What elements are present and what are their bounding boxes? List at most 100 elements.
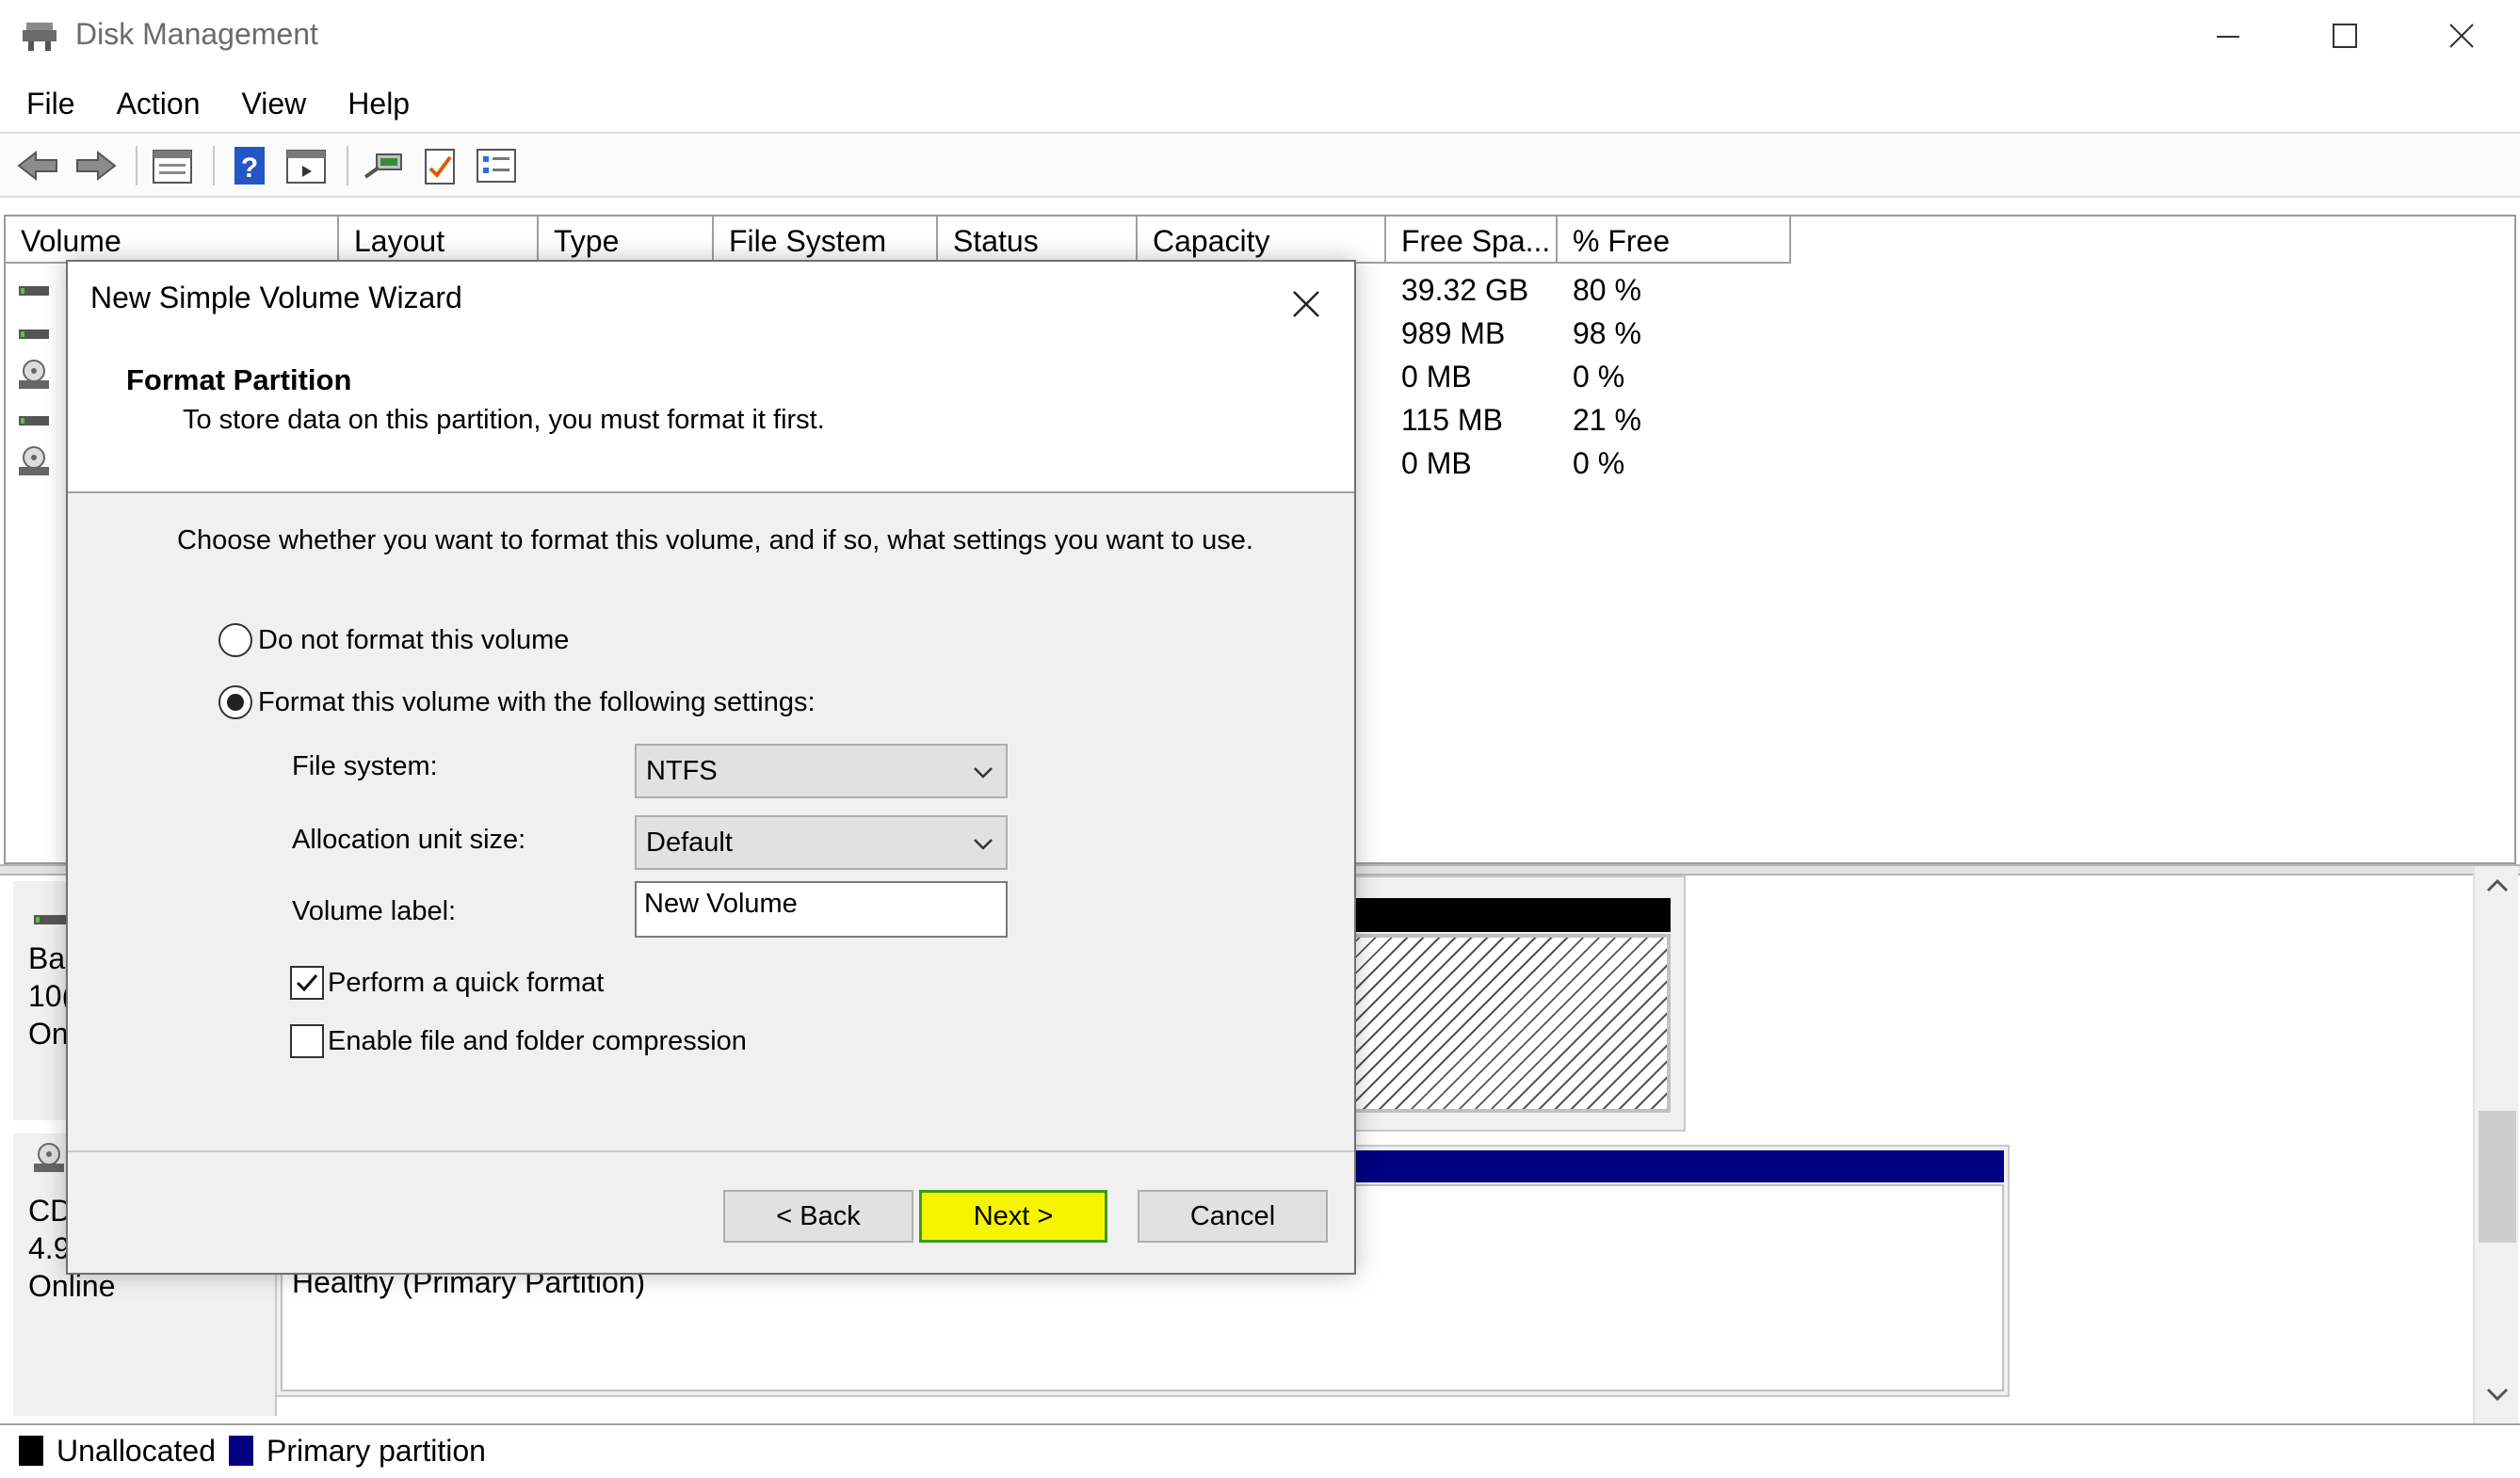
percent-free-cell: 80 %: [1573, 273, 1641, 307]
radio-selected-dot: [227, 694, 244, 711]
scrollbar-thumb[interactable]: [2479, 1111, 2516, 1243]
volume-icon: [17, 320, 51, 348]
back-icon: [17, 150, 57, 182]
allocation-unit-size-label: Allocation unit size:: [292, 825, 526, 855]
menu-bar: File Action View Help: [0, 75, 2520, 134]
unallocated-hatch: [1309, 934, 1671, 1113]
percent-free-cell: 0 %: [1573, 446, 1625, 480]
volume-icon: [17, 277, 51, 305]
disk-management-icon: [21, 21, 58, 53]
window-title: Disk Management: [75, 17, 318, 51]
footer-divider: [68, 1150, 1354, 1152]
help-icon: ?: [234, 147, 265, 185]
check-button[interactable]: [414, 140, 465, 191]
volume-label-input[interactable]: New Volume: [635, 881, 1008, 938]
legend-primary-partition: Primary partition: [267, 1433, 486, 1468]
wizard-instruction: Choose whether you want to format this v…: [177, 525, 1253, 555]
column-header-volume[interactable]: Volume: [6, 217, 339, 264]
do-not-format-option[interactable]: Do not format this volume: [218, 623, 569, 657]
forward-button[interactable]: [70, 140, 121, 191]
compression-option[interactable]: Enable file and folder compression: [290, 1024, 747, 1058]
list-icon: [477, 149, 516, 183]
wizard-heading: Format Partition: [126, 363, 352, 396]
menu-file[interactable]: File: [13, 79, 89, 129]
back-button[interactable]: [13, 140, 64, 191]
next-button[interactable]: Next >: [919, 1190, 1107, 1243]
scroll-up-icon[interactable]: [2484, 876, 2511, 899]
quick-format-checkbox[interactable]: [290, 966, 324, 1000]
column-header-type[interactable]: Type: [539, 217, 714, 264]
column-header-file-system[interactable]: File System: [714, 217, 938, 264]
toolbar-separator: [347, 146, 348, 185]
show-hide-icon: [286, 150, 326, 184]
disk-0-type: Ba: [28, 941, 66, 975]
do-not-format-label: Do not format this volume: [258, 624, 570, 655]
dialog-close-button[interactable]: [1283, 281, 1330, 328]
column-header-free-space[interactable]: Free Spa...: [1386, 217, 1558, 264]
close-icon: [2449, 24, 2474, 48]
properties-button[interactable]: [147, 140, 198, 191]
allocation-unit-size-dropdown[interactable]: Default: [635, 815, 1008, 870]
unallocated-swatch: [19, 1436, 43, 1466]
maximize-icon: [2333, 24, 2357, 48]
cd-icon: [32, 1141, 66, 1180]
primary-partition-swatch: [229, 1436, 253, 1466]
chevron-down-icon: [974, 767, 993, 779]
menu-view[interactable]: View: [229, 79, 320, 129]
connect-button[interactable]: [358, 140, 409, 191]
close-icon: [1293, 291, 1319, 317]
column-header-capacity[interactable]: Capacity: [1138, 217, 1386, 264]
minimize-button[interactable]: [2170, 0, 2286, 72]
dialog-title: New Simple Volume Wizard: [90, 281, 462, 314]
cd-size: 4.9: [28, 1231, 71, 1265]
menu-help[interactable]: Help: [334, 79, 423, 129]
compression-label: Enable file and folder compression: [328, 1025, 747, 1056]
compression-checkbox[interactable]: [290, 1024, 324, 1058]
format-volume-radio[interactable]: [218, 685, 252, 719]
do-not-format-radio[interactable]: [218, 623, 252, 657]
maximize-button[interactable]: [2286, 0, 2403, 72]
properties-icon: [153, 150, 192, 184]
percent-free-cell: 0 %: [1573, 360, 1625, 394]
percent-free-cell: 98 %: [1573, 316, 1641, 350]
quick-format-option[interactable]: Perform a quick format: [290, 966, 604, 1000]
cancel-button[interactable]: Cancel: [1138, 1190, 1328, 1243]
toolbar-separator: [136, 146, 137, 185]
forward-icon: [76, 150, 117, 182]
help-button[interactable]: ?: [224, 140, 275, 191]
show-hide-button[interactable]: [281, 140, 331, 191]
percent-free-cell: 21 %: [1573, 403, 1641, 437]
list-button[interactable]: [471, 140, 522, 191]
file-system-dropdown[interactable]: NTFS: [635, 744, 1008, 798]
column-header-status[interactable]: Status: [938, 217, 1138, 264]
allocation-unit-size-value: Default: [646, 827, 733, 858]
quick-format-label: Perform a quick format: [328, 967, 605, 998]
format-volume-label: Format this volume with the following se…: [258, 686, 816, 717]
cd-volume-icon: [17, 444, 51, 475]
format-volume-option[interactable]: Format this volume with the following se…: [218, 685, 816, 719]
wizard-subheading: To store data on this partition, you mus…: [183, 405, 825, 435]
free-space-cell: 39.32 GB: [1401, 273, 1529, 307]
volume-label-label: Volume label:: [292, 896, 457, 926]
file-system-label: File system:: [292, 751, 438, 781]
free-space-cell: 0 MB: [1401, 446, 1472, 480]
scroll-down-icon[interactable]: [2484, 1386, 2511, 1409]
back-button[interactable]: < Back: [723, 1190, 913, 1243]
free-space-cell: 989 MB: [1401, 316, 1506, 350]
title-bar: Disk Management: [0, 0, 2520, 72]
wizard-header: New Simple Volume Wizard Format Partitio…: [68, 262, 1354, 493]
close-button[interactable]: [2403, 0, 2520, 72]
new-simple-volume-wizard: New Simple Volume Wizard Format Partitio…: [66, 260, 1356, 1275]
chevron-down-icon: [974, 839, 993, 850]
column-header-percent-free[interactable]: % Free: [1558, 217, 1791, 264]
unallocated-header: [1309, 898, 1671, 932]
legend-bar: Unallocated Primary partition: [0, 1423, 2520, 1476]
toolbar: ?: [0, 136, 2520, 198]
minimize-icon: [2217, 36, 2239, 38]
column-header-layout[interactable]: Layout: [339, 217, 539, 264]
svg-text:?: ?: [241, 153, 258, 184]
checkmark-icon: [296, 974, 318, 992]
menu-action[interactable]: Action: [104, 79, 214, 129]
unallocated-region[interactable]: [1303, 876, 1686, 1132]
vertical-scrollbar[interactable]: [2473, 866, 2518, 1423]
